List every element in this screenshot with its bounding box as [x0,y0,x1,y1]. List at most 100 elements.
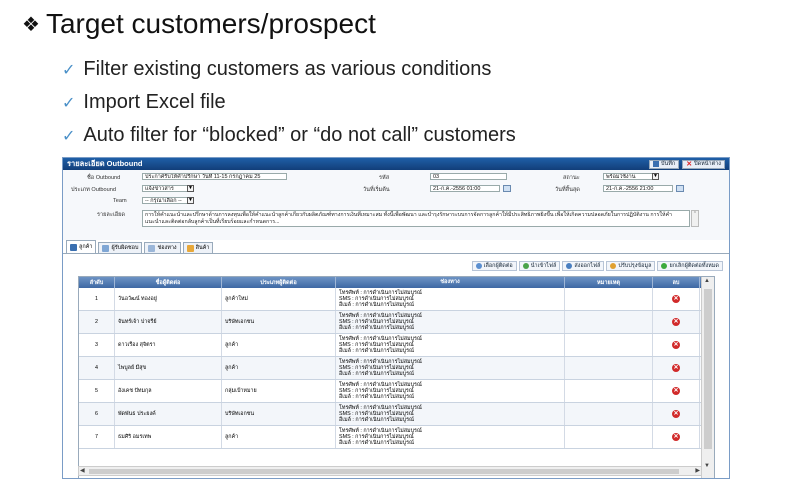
column-header[interactable]: ลบ [653,277,700,288]
code-input[interactable]: 03 [430,173,507,180]
contact-type: ลูกค้า [222,357,336,379]
user-icon [102,244,110,252]
import-icon [522,263,529,269]
export-file-button[interactable]: ส่งออกไฟล์ [562,261,605,271]
bullet-item: ✓ Filter existing customers as various c… [62,58,491,81]
table-row[interactable]: 5 อังเคช ปัทมกุล กลุ่มเป้าหมาย โทรศัพท์ : ก… [79,380,714,403]
select-contact-button[interactable]: เลือกผู้ติดต่อ [471,261,517,271]
chevron-down-icon[interactable]: ▼ [187,185,194,192]
tab-channels[interactable]: ช่องทาง [144,242,181,253]
slide-title-text: Target customers/prospect [45,8,376,39]
table-row[interactable]: 3 ดาวเรือง สุจิตรา ลูกค้า โทรศัพท์ : การดำเ… [79,334,714,357]
contact-name[interactable]: จันทร์เจ้า ปาจรีย์ [115,311,222,333]
column-header[interactable]: ประเภทผู้ติดต่อ [222,277,336,288]
delete-icon[interactable]: ✕ [672,318,680,326]
status-select[interactable]: พร้อมใช้งาน [603,173,653,180]
note-cell [565,426,653,448]
diamond-bullet-icon: ❖ [22,13,40,36]
channel-status: โทรศัพท์ : การดำเนินการไม่สมบูรณ์ SMS : ก… [336,288,565,310]
row-number: 4 [79,357,115,379]
save-button[interactable]: บันทึก [649,159,680,169]
contact-name[interactable]: อังเคช ปัทมกุล [115,380,222,402]
row-number: 6 [79,403,115,425]
contact-name[interactable]: ไพบูลย์ มีสุข [115,357,222,379]
calendar-icon[interactable] [676,185,684,192]
horizontal-scrollbar[interactable]: ◀ ▶ [78,466,702,476]
bullet-text: Filter existing customers as various con… [83,58,492,80]
table-row[interactable]: 2 จันทร์เจ้า ปาจรีย์ บริษัทเอกชน โทรศัพท์ :… [79,311,714,334]
end-date-input[interactable]: 21-ก.ค.-2556 21:00 [603,185,673,192]
contact-name[interactable]: ดาวเรือง สุจิตรา [115,334,222,356]
channel-line: อีเมล์ : การดำเนินการไม่สมบูรณ์ [339,371,414,378]
check-icon: ✓ [62,61,76,79]
outbound-window: รายละเอียด Outbound บันทึก ✕ ปิดหน้าต่าง … [62,157,730,479]
refresh-icon [661,263,668,269]
bullet-text: Auto filter for “blocked” or “do not cal… [83,124,516,146]
detail-label: รายละเอียด [97,212,126,218]
contact-name[interactable]: ธมศิริ อมรเทพ [115,426,222,448]
save-icon [653,161,660,167]
start-label: วันที่เริ่มต้น [363,187,390,193]
tab-bar: ลูกค้า ผู้รับผิดชอบ ช่องทาง สินค้า [63,240,729,254]
column-header[interactable]: หมายเหตุ [565,277,653,288]
channel-line: อีเมล์ : การดำเนินการไม่สมบูรณ์ [339,440,414,447]
note-cell [565,403,653,425]
start-date-input[interactable]: 21-ก.ค.-2556 01:00 [430,185,500,192]
close-window-button[interactable]: ✕ ปิดหน้าต่าง [682,159,725,169]
people-icon [70,243,77,251]
window-title: รายละเอียด Outbound [67,159,143,168]
textarea-scrollbar[interactable]: ⌃ [691,210,699,227]
channel-status: โทรศัพท์ : การดำเนินการไม่สมบูรณ์ SMS : ก… [336,380,565,402]
channel-status: โทรศัพท์ : การดำเนินการไม่สมบูรณ์ SMS : ก… [336,357,565,379]
table-row[interactable]: 4 ไพบูลย์ มีสุข ลูกค้า โทรศัพท์ : การดำเนิน… [79,357,714,380]
contact-type: ลูกค้า [222,426,336,448]
table-row[interactable]: 1 วันอวัฒน์ ทองอยู่ ลูกค้าใหม่ โทรศัพท์ : ก… [79,288,714,311]
table-row[interactable]: 7 ธมศิริ อมรเทพ ลูกค้า โทรศัพท์ : การดำเนิน… [79,426,714,449]
row-number: 2 [79,311,115,333]
contact-name[interactable]: วันอวัฒน์ ทองอยู่ [115,288,222,310]
note-cell [565,334,653,356]
scroll-left-icon[interactable]: ◀ [80,467,85,474]
outbound-form: ชื่อ Outbound ประกาศรับให้คำปรึกษา วันที… [63,170,729,240]
note-cell [565,380,653,402]
column-header[interactable]: ช่องทาง [336,277,565,288]
chevron-down-icon[interactable]: ▼ [652,173,659,180]
delete-cell: ✕ [653,334,700,356]
tab-products[interactable]: สินค้า [182,242,214,253]
scroll-right-icon[interactable]: ▶ [695,467,700,474]
channel-line: อีเมล์ : การดำเนินการไม่สมบูรณ์ [339,302,414,309]
delete-icon[interactable]: ✕ [672,410,680,418]
delete-cell: ✕ [653,403,700,425]
detail-textarea[interactable]: การให้คำแนะนำและปรึกษาด้านการลงทุนเพื่อใ… [142,210,690,227]
team-select[interactable]: -- กรุณาเลือก -- [142,197,188,204]
update-data-button[interactable]: ปรับปรุงข้อมูล [606,261,656,271]
delete-icon[interactable]: ✕ [672,295,680,303]
cancel-all-contacts-button[interactable]: ยกเลิกผู้ติดต่อทั้งหมด [657,261,723,271]
tab-customers[interactable]: ลูกค้า [66,240,97,253]
outbound-name-label: ชื่อ Outbound [87,175,121,181]
import-file-button[interactable]: นำเข้าไฟล์ [518,261,561,271]
window-header: รายละเอียด Outbound บันทึก ✕ ปิดหน้าต่าง [63,158,729,170]
export-icon [566,263,573,269]
table-row[interactable]: 6 พัดพันธ ประยงค์ บริษัทเอกชน โทรศัพท์ : กา… [79,403,714,426]
delete-icon[interactable]: ✕ [672,387,680,395]
calendar-icon[interactable] [503,185,511,192]
contact-name[interactable]: พัดพันธ ประยงค์ [115,403,222,425]
tab-responsible[interactable]: ผู้รับผิดชอบ [98,242,143,253]
delete-icon[interactable]: ✕ [672,341,680,349]
vertical-scrollbar[interactable]: ▲ ▼ [701,277,714,478]
check-icon: ✓ [62,127,76,145]
column-header[interactable]: ชื่อผู้ติดต่อ [115,277,222,288]
scroll-thumb[interactable] [704,289,712,449]
scroll-up-icon[interactable]: ▲ [704,278,710,284]
outbound-name-input[interactable]: ประกาศรับให้คำปรึกษา วันที่ 11-15 กรกฎาค… [142,173,287,180]
delete-icon[interactable]: ✕ [672,433,680,441]
delete-icon[interactable]: ✕ [672,364,680,372]
edit-icon [610,263,617,269]
type-select[interactable]: แจ้งข่าวสาร [142,185,188,192]
column-header[interactable]: ลำดับ [79,277,115,288]
chevron-down-icon[interactable]: ▼ [187,197,194,204]
scroll-thumb[interactable] [89,469,679,474]
scroll-down-icon[interactable]: ▼ [704,463,710,469]
channel-line: อีเมล์ : การดำเนินการไม่สมบูรณ์ [339,348,414,355]
